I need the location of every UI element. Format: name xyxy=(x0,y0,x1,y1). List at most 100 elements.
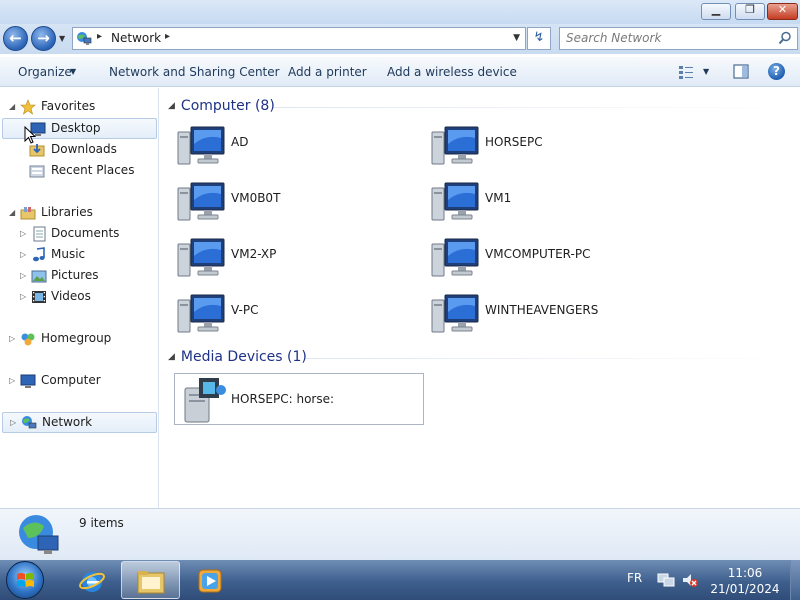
forward-button[interactable]: → xyxy=(31,26,56,51)
minimize-button[interactable]: ▁ xyxy=(701,3,731,20)
change-view-icon[interactable] xyxy=(678,65,694,79)
nav-network[interactable]: ▷ Network xyxy=(2,412,157,433)
help-glyph: ? xyxy=(773,64,780,78)
group-header-media-devices[interactable]: ◢ Media Devices (1) xyxy=(168,349,307,369)
taskbar-internet-explorer[interactable] xyxy=(64,561,120,599)
back-button[interactable]: ← xyxy=(3,26,28,51)
collapse-arrow-icon[interactable]: ◢ xyxy=(9,96,15,117)
computer-name: VM2-XP xyxy=(231,247,277,261)
network-status-icon[interactable] xyxy=(657,572,675,588)
taskbar-windows-explorer[interactable] xyxy=(121,561,180,599)
computer-item[interactable]: WINTHEAVENGERS xyxy=(428,288,678,340)
breadcrumb-separator-icon[interactable]: ▸ xyxy=(165,31,170,42)
address-dropdown-icon[interactable]: ▼ xyxy=(513,33,520,43)
computer-item[interactable]: V-PC xyxy=(174,288,424,340)
expand-arrow-icon[interactable]: ▷ xyxy=(20,223,26,244)
nav-favorites-label: Favorites xyxy=(41,99,96,113)
expand-arrow-icon[interactable]: ▷ xyxy=(20,244,26,265)
media-device-name: HORSEPC: horse: xyxy=(231,392,335,406)
collapse-arrow-icon[interactable]: ◢ xyxy=(168,352,175,362)
network-globe-icon xyxy=(19,515,59,554)
videos-icon xyxy=(32,291,46,303)
view-dropdown-icon[interactable]: ▼ xyxy=(703,67,709,76)
volume-muted-icon[interactable] xyxy=(681,572,699,588)
add-printer-button[interactable]: Add a printer xyxy=(288,65,367,79)
libraries-icon xyxy=(20,207,36,220)
computer-icon xyxy=(431,294,479,333)
expand-arrow-icon[interactable]: ▷ xyxy=(20,265,26,286)
collapse-arrow-icon[interactable]: ◢ xyxy=(9,202,15,223)
search-input[interactable] xyxy=(566,31,766,45)
music-icon xyxy=(33,247,45,262)
computer-icon xyxy=(431,238,479,277)
forward-arrow-icon: → xyxy=(37,29,50,47)
clock[interactable]: 11:06 21/01/2024 xyxy=(704,565,786,597)
breadcrumb-network[interactable]: Network xyxy=(111,31,161,45)
computer-name: HORSEPC xyxy=(485,135,543,149)
back-arrow-icon: ← xyxy=(9,29,22,47)
clock-time: 11:06 xyxy=(727,566,763,580)
content-area: ◢ Computer (8) AD HORSEPC VM0B0T VM1 VM2-XP VM… xyxy=(160,88,800,508)
downloads-folder-icon xyxy=(29,144,45,157)
nav-downloads-label: Downloads xyxy=(51,142,117,156)
nav-documents-label: Documents xyxy=(51,226,120,240)
title-bar: ▁ ❐ ✕ xyxy=(0,0,800,24)
expand-arrow-icon[interactable]: ▷ xyxy=(10,412,16,433)
taskbar-media-player[interactable] xyxy=(182,561,238,599)
preview-pane-icon[interactable] xyxy=(733,64,749,79)
nav-homegroup[interactable]: ▷ Homegroup xyxy=(0,328,157,349)
network-icon xyxy=(77,32,92,45)
search-box[interactable] xyxy=(559,27,798,50)
expand-arrow-icon[interactable]: ▷ xyxy=(20,286,26,307)
computer-name: V-PC xyxy=(231,303,259,317)
expand-arrow-icon[interactable]: ▷ xyxy=(9,328,15,349)
computer-item[interactable]: VMCOMPUTER-PC xyxy=(428,232,678,284)
start-button[interactable] xyxy=(6,561,44,599)
media-server-icon xyxy=(184,378,226,423)
group-header-computer[interactable]: ◢ Computer (8) xyxy=(168,98,275,118)
breadcrumb-separator-icon[interactable]: ▸ xyxy=(97,31,102,42)
show-desktop-button[interactable] xyxy=(790,560,800,600)
refresh-button[interactable]: ↯ xyxy=(527,27,551,50)
computer-icon xyxy=(177,126,225,165)
nav-music[interactable]: ▷ Music xyxy=(0,244,157,265)
computer-item[interactable]: HORSEPC xyxy=(428,120,678,172)
collapse-arrow-icon[interactable]: ◢ xyxy=(168,101,175,111)
nav-favorites[interactable]: ◢ Favorites xyxy=(0,96,157,117)
star-icon xyxy=(20,99,36,115)
maximize-icon: ❐ xyxy=(745,3,755,16)
nav-music-label: Music xyxy=(51,247,86,261)
nav-pictures[interactable]: ▷ Pictures xyxy=(0,265,157,286)
nav-documents[interactable]: ▷ Documents xyxy=(0,223,157,244)
organize-button[interactable]: Organize xyxy=(18,65,72,79)
media-device-item[interactable]: HORSEPC: horse: xyxy=(174,373,424,425)
organize-dropdown-icon[interactable]: ▼ xyxy=(70,67,76,76)
search-icon[interactable] xyxy=(778,31,792,45)
nav-libraries[interactable]: ◢ Libraries xyxy=(0,202,157,223)
computer-name: VMCOMPUTER-PC xyxy=(485,247,591,261)
maximize-button[interactable]: ❐ xyxy=(735,3,765,20)
close-button[interactable]: ✕ xyxy=(767,3,798,20)
homegroup-icon xyxy=(21,333,35,346)
nav-videos[interactable]: ▷ Videos xyxy=(0,286,157,307)
group-divider xyxy=(306,358,794,359)
recent-pages-dropdown[interactable]: ▼ xyxy=(59,34,65,43)
taskbar: FR 11:06 21/01/2024 xyxy=(0,560,800,600)
internet-explorer-icon xyxy=(79,572,105,592)
computer-item[interactable]: AD xyxy=(174,120,424,172)
computer-item[interactable]: VM2-XP xyxy=(174,232,424,284)
nav-network-label: Network xyxy=(42,415,93,429)
add-wireless-device-button[interactable]: Add a wireless device xyxy=(387,65,517,79)
nav-recent-places[interactable]: Recent Places xyxy=(0,160,157,181)
computer-item[interactable]: VM1 xyxy=(428,176,678,228)
expand-arrow-icon[interactable]: ▷ xyxy=(9,370,15,391)
address-bar[interactable]: ▸ Network ▸ ▼ xyxy=(72,27,526,50)
group-divider xyxy=(274,107,794,108)
nav-desktop-label: Desktop xyxy=(51,121,101,135)
language-indicator[interactable]: FR xyxy=(627,571,642,585)
nav-computer[interactable]: ▷ Computer xyxy=(0,370,157,391)
help-icon[interactable]: ? xyxy=(768,63,785,80)
network-sharing-center-button[interactable]: Network and Sharing Center xyxy=(109,65,280,79)
computer-item[interactable]: VM0B0T xyxy=(174,176,424,228)
item-count: 9 items xyxy=(79,516,124,530)
